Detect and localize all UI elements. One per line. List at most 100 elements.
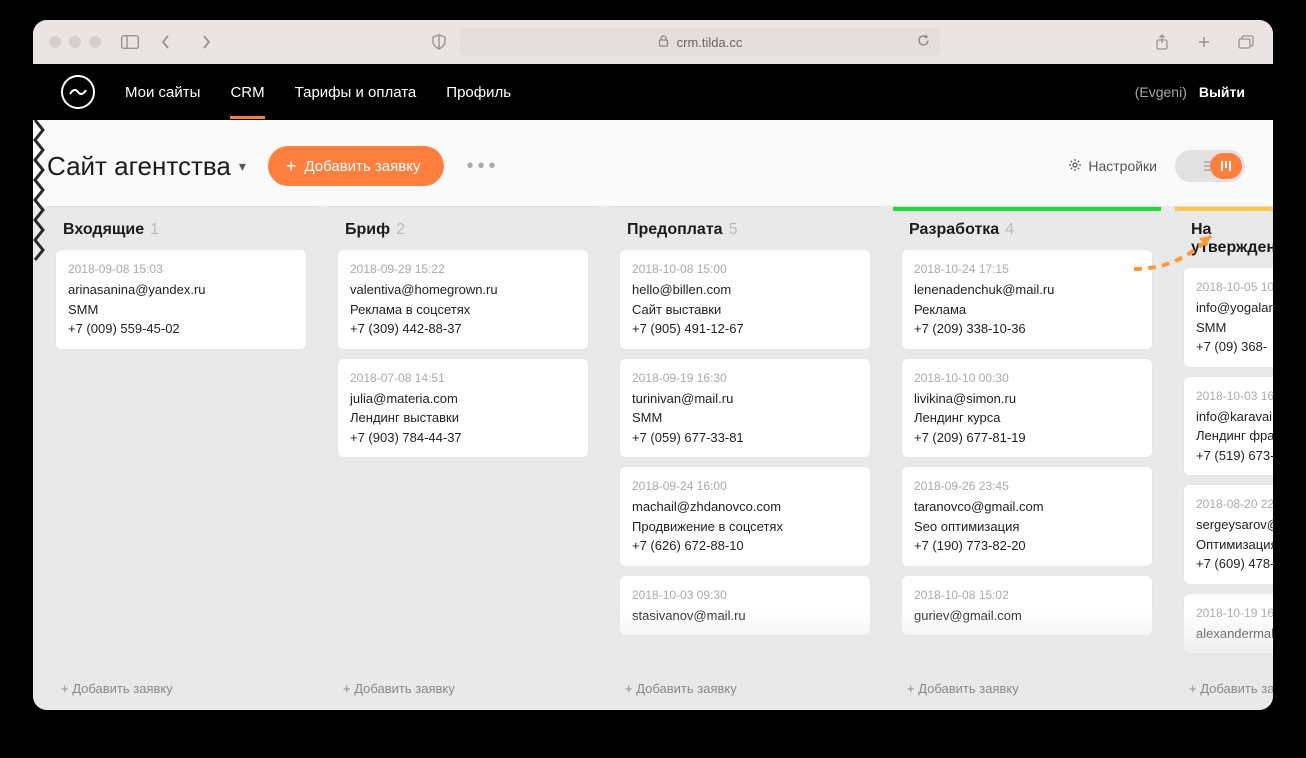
column-header[interactable]: Предоплата5 (611, 207, 879, 249)
gear-icon (1068, 158, 1082, 175)
column-header[interactable]: Разработка 4 (893, 207, 1161, 249)
lead-card[interactable]: 2018-10-08 15:00hello@billen.comСайт выс… (619, 249, 871, 350)
nav-item-0[interactable]: Мои сайты (125, 84, 200, 101)
browser-window: crm.tilda.cc Мои сайты CRM Тарифы и оплата… (33, 20, 1273, 710)
address-bar[interactable]: crm.tilda.cc (460, 28, 940, 56)
card-phone: +7 (905) 491-12-67 (632, 319, 858, 339)
column-add-lead[interactable]: + Добавить зая (1175, 671, 1273, 710)
lead-card[interactable]: 2018-10-05 10:10info@yogalancSMM+7 (09) … (1183, 267, 1273, 368)
card-phone: +7 (209) 677-81-19 (914, 428, 1140, 448)
current-user: (Evgeni) (1135, 84, 1187, 100)
card-email: machail@zhdanovco.com (632, 497, 858, 517)
card-email: sergeysarov@y (1196, 515, 1273, 535)
logout-link[interactable]: Выйти (1199, 84, 1245, 100)
add-lead-button[interactable]: + Добавить заявку (268, 146, 445, 186)
card-phone: +7 (519) 673- (1196, 446, 1273, 466)
plus-icon: + (286, 157, 297, 175)
card-email: hello@billen.com (632, 280, 858, 300)
nav-item-3[interactable]: Профиль (446, 84, 511, 101)
column-count: 1 (150, 221, 159, 239)
card-phone: +7 (626) 672-88-10 (632, 536, 858, 556)
lead-card[interactable]: 2018-10-10 00:30livikina@simon.ruЛендинг… (901, 358, 1153, 459)
minimize-window[interactable] (69, 36, 81, 48)
kanban-column: Предоплата5 2018-10-08 15:00 hello@billen.… (611, 206, 879, 710)
lead-card[interactable]: 2018-08-20 22:45sergeysarov@yОптимизация… (1183, 484, 1273, 585)
card-phone: +7 (309) 442-88-37 (350, 319, 576, 339)
column-header[interactable]: Входящие 1 (47, 207, 315, 249)
card-date: 2018-10-08 15:00 (632, 260, 858, 278)
column-accent (893, 207, 1161, 211)
view-toggle[interactable] (1175, 150, 1245, 182)
card-email: arinasanina@yandex.ru (68, 280, 294, 300)
card-date: 2018-10-03 09:30 (632, 586, 858, 604)
column-add-lead[interactable]: + Добавить заявку (47, 671, 315, 710)
lead-card[interactable]: 2018-09-29 15:22valentiva@homegrown.ruРе… (337, 249, 589, 350)
add-lead-label: Добавить заявку (304, 158, 420, 175)
sidebar-icon[interactable] (119, 31, 141, 53)
project-selector[interactable]: Сайт агентства ▾ (47, 151, 246, 182)
share-icon[interactable] (1151, 31, 1173, 53)
card-subject: Реклама (914, 300, 1140, 320)
card-email: info@yogalanc (1196, 298, 1273, 318)
more-menu[interactable]: ••• (466, 155, 499, 178)
shield-icon[interactable] (428, 31, 450, 53)
column-accent (47, 207, 315, 211)
column-accent (329, 207, 597, 211)
lead-card[interactable]: 2018-10-03 09:30stasivanov@mail.ru (619, 575, 871, 637)
lead-card[interactable]: 2018-09-26 23:45taranovco@gmail.comSeo о… (901, 466, 1153, 567)
column-accent (611, 207, 879, 211)
card-email: lenenadenchuk@mail.ru (914, 280, 1140, 300)
card-email: info@karavai.r (1196, 407, 1273, 427)
reload-icon[interactable] (917, 34, 930, 50)
column-add-lead[interactable]: + Добавить заявку (893, 671, 1161, 710)
main-nav: Мои сайты CRM Тарифы и оплата Профиль (125, 84, 511, 101)
card-phone: +7 (609) 478- (1196, 554, 1273, 574)
column-count: 4 (1005, 221, 1014, 239)
column-header[interactable]: Бриф2 (329, 207, 597, 249)
lead-card[interactable]: 2018-09-08 15:03arinasanina@yandex.ruSMM… (55, 249, 307, 350)
card-date: 2018-09-24 16:00 (632, 477, 858, 495)
settings-link[interactable]: Настройки (1068, 158, 1157, 175)
card-email: turinivan@mail.ru (632, 389, 858, 409)
close-window[interactable] (49, 36, 61, 48)
card-date: 2018-10-19 16:30 (1196, 604, 1273, 622)
browser-toolbar: crm.tilda.cc (33, 20, 1273, 64)
card-email: guriev@gmail.com (914, 606, 1140, 626)
card-subject: Лендинг выставки (350, 408, 576, 428)
tilda-logo[interactable] (61, 75, 95, 109)
column-title: Бриф (345, 221, 390, 239)
nav-item-2[interactable]: Тарифы и оплата (295, 84, 417, 101)
lead-card[interactable]: 2018-10-24 17:15lenenadenchuk@mail.ruРек… (901, 249, 1153, 350)
chevron-down-icon: ▾ (239, 158, 246, 175)
column-add-lead[interactable]: + Добавить заявку (329, 671, 597, 710)
column-header[interactable]: На утверждени (1175, 207, 1273, 267)
back-button[interactable] (155, 31, 177, 53)
tabs-icon[interactable] (1235, 31, 1257, 53)
lead-card[interactable]: 2018-09-19 16:30turinivan@mail.ruSMM+7 (… (619, 358, 871, 459)
card-subject: SMM (632, 408, 858, 428)
card-subject: Продвижение в соцсетях (632, 517, 858, 537)
column-add-lead[interactable]: + Добавить заявку (611, 671, 879, 710)
card-phone: +7 (09) 368- (1196, 337, 1273, 357)
nav-item-1[interactable]: CRM (230, 84, 264, 101)
column-title: Входящие (63, 221, 144, 239)
kanban-column: Разработка 4 2018-10-24 17:15lenenadenchuk… (893, 206, 1161, 710)
lead-card[interactable]: 2018-07-08 14:51julia@materia.comЛендинг… (337, 358, 589, 459)
card-phone: +7 (209) 338-10-36 (914, 319, 1140, 339)
card-date: 2018-10-10 00:30 (914, 369, 1140, 387)
kanban-column: На утверждени2018-10-05 10:10info@yogala… (1175, 206, 1273, 710)
column-title: Разработка (909, 221, 999, 239)
card-subject: Реклама в соцсетях (350, 300, 576, 320)
lead-card[interactable]: 2018-10-19 16:30alexandermalii (1183, 593, 1273, 655)
forward-button[interactable] (195, 31, 217, 53)
lead-card[interactable]: 2018-10-03 16:30info@karavai.rЛендинг фр… (1183, 376, 1273, 477)
card-phone: +7 (903) 784-44-37 (350, 428, 576, 448)
lead-card[interactable]: 2018-09-24 16:00 machail@zhdanovco.comПро… (619, 466, 871, 567)
card-date: 2018-09-19 16:30 (632, 369, 858, 387)
card-email: taranovco@gmail.com (914, 497, 1140, 517)
new-tab-icon[interactable] (1193, 31, 1215, 53)
card-email: valentiva@homegrown.ru (350, 280, 576, 300)
maximize-window[interactable] (89, 36, 101, 48)
lead-card[interactable]: 2018-10-08 15:02guriev@gmail.com (901, 575, 1153, 637)
card-subject: Оптимизация (1196, 535, 1273, 555)
